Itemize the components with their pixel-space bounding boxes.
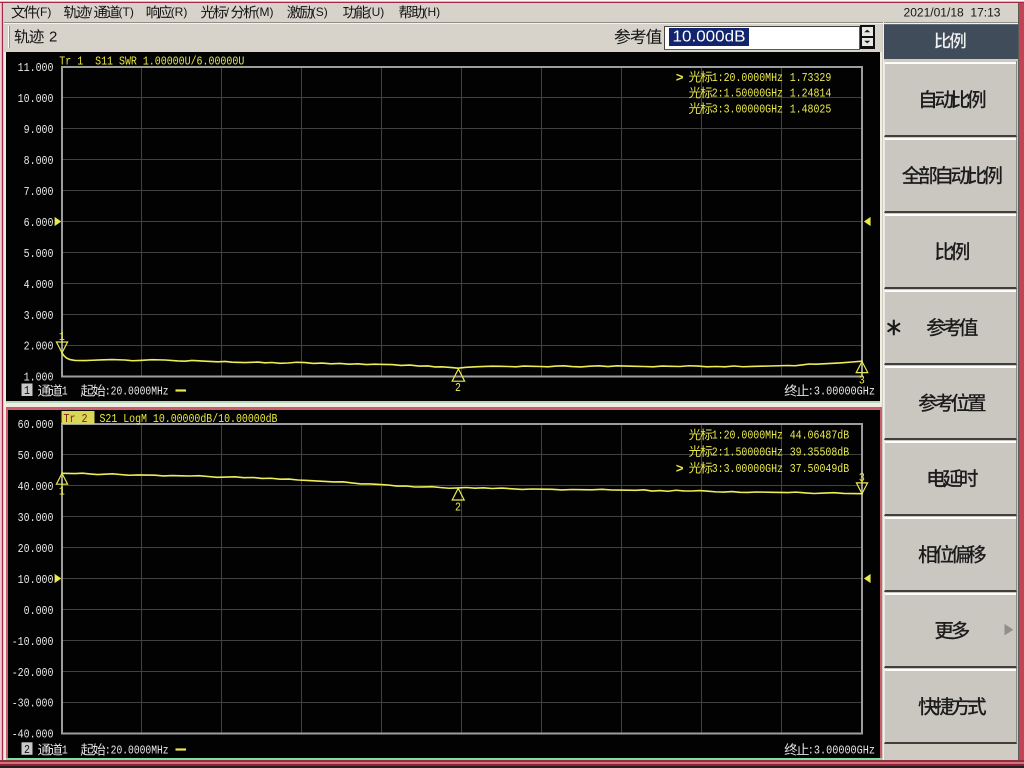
svg-text:30.000: 30.000 [18, 511, 54, 525]
svg-text:44.06487dB: 44.06487dB [790, 429, 850, 443]
svg-text:(T): (T) [119, 5, 134, 19]
svg-text:2:1.50000GHz: 2:1.50000GHz [712, 445, 783, 459]
svg-text:1:20.0000MHz: 1:20.0000MHz [712, 429, 783, 443]
svg-text:6.000: 6.000 [24, 216, 54, 230]
svg-text:1: 1 [59, 484, 65, 498]
svg-text:9.000: 9.000 [24, 123, 54, 137]
svg-text:(S): (S) [312, 5, 328, 19]
svg-text:50.000: 50.000 [18, 449, 54, 463]
svg-text:3.000: 3.000 [24, 309, 54, 323]
svg-text:10.000dB: 10.000dB [673, 29, 746, 46]
svg-text:4.000: 4.000 [24, 278, 54, 292]
svg-text:(R): (R) [171, 5, 188, 19]
svg-text:10.000: 10.000 [18, 573, 54, 587]
svg-text:8.000: 8.000 [24, 154, 54, 168]
svg-text:/: / [89, 5, 93, 19]
svg-text:2: 2 [49, 29, 57, 46]
svg-text::3.00000GHz: :3.00000GHz [808, 744, 875, 758]
svg-text:2: 2 [455, 381, 461, 395]
svg-text:1.000: 1.000 [24, 371, 54, 385]
svg-text:39.35508dB: 39.35508dB [790, 445, 850, 459]
svg-text:>: > [676, 461, 684, 476]
svg-text::20.0000MHz: :20.0000MHz [105, 385, 169, 399]
svg-text:1: 1 [59, 330, 65, 344]
svg-text:2021/01/18 17:13: 2021/01/18 17:13 [904, 7, 1001, 19]
svg-text:-40.000: -40.000 [12, 728, 54, 742]
svg-text:2: 2 [24, 743, 30, 757]
svg-text:2: 2 [455, 500, 461, 514]
svg-text:1: 1 [62, 744, 68, 758]
svg-text::3.00000GHz: :3.00000GHz [808, 385, 875, 399]
svg-text:-10.000: -10.000 [12, 635, 54, 649]
svg-text:20.000: 20.000 [18, 542, 54, 556]
svg-text:1: 1 [62, 385, 68, 399]
svg-text:1.24814: 1.24814 [790, 87, 832, 101]
svg-text:-30.000: -30.000 [12, 697, 54, 711]
svg-text:3: 3 [859, 471, 865, 485]
svg-text:7.000: 7.000 [24, 185, 54, 199]
svg-text:5.000: 5.000 [24, 247, 54, 261]
svg-text:(M): (M) [256, 5, 274, 19]
svg-text:>: > [676, 70, 684, 85]
svg-text:(H): (H) [424, 5, 441, 19]
svg-text:S21 LogM 10.00000dB/10.00000dB: S21 LogM 10.00000dB/10.00000dB [100, 412, 278, 426]
svg-text::20.0000MHz: :20.0000MHz [105, 744, 169, 758]
svg-text:60.000: 60.000 [18, 418, 54, 432]
svg-text:11.000: 11.000 [18, 61, 54, 75]
svg-text:-20.000: -20.000 [12, 666, 54, 680]
svg-text:3:3.00000GHz: 3:3.00000GHz [712, 103, 783, 117]
svg-text:/: / [226, 5, 230, 19]
svg-text:40.000: 40.000 [18, 480, 54, 494]
svg-text:2.000: 2.000 [24, 340, 54, 354]
svg-text:1:20.0000MHz: 1:20.0000MHz [712, 71, 783, 85]
svg-text:1.48025: 1.48025 [790, 103, 832, 117]
svg-text:(U): (U) [368, 5, 385, 19]
svg-text:(F): (F) [36, 5, 51, 19]
svg-text:1: 1 [24, 384, 30, 398]
svg-text:2:1.50000GHz: 2:1.50000GHz [712, 87, 783, 101]
svg-text:0.000: 0.000 [24, 604, 54, 618]
svg-text:3:3.00000GHz: 3:3.00000GHz [712, 462, 783, 476]
svg-text:37.50049dB: 37.50049dB [790, 462, 850, 476]
svg-text:Tr 2: Tr 2 [64, 412, 88, 426]
svg-text:10.000: 10.000 [18, 92, 54, 106]
svg-text:1.73329: 1.73329 [790, 71, 832, 85]
svg-text:Tr 1 S11 SWR 1.00000U/6.00000: Tr 1 S11 SWR 1.00000U/6.00000U [59, 54, 244, 68]
